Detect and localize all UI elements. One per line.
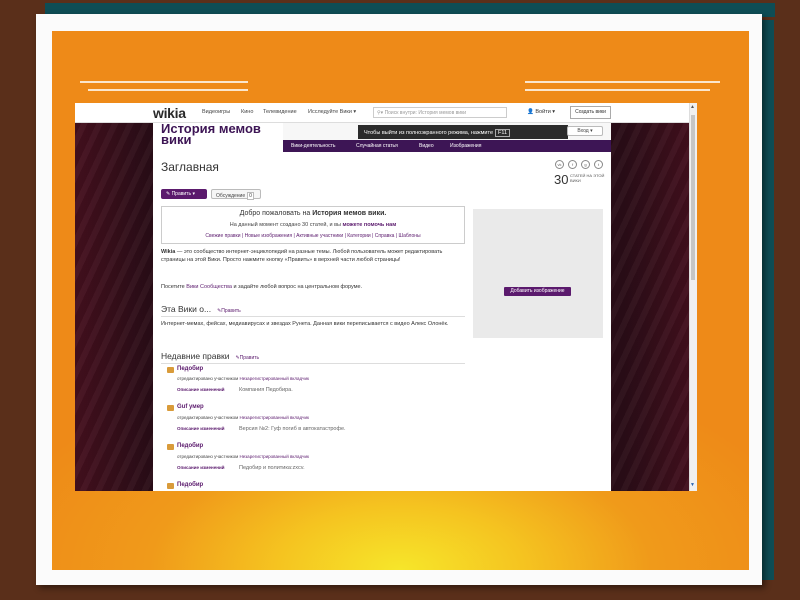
recent-change-meta-text: отредактировано участником <box>177 454 239 459</box>
login-label: Войти ▾ <box>535 109 556 115</box>
discussion-label: Обсуждение <box>216 193 246 199</box>
recent-change-desc-label: Описание изменений <box>177 387 225 392</box>
intro-paragraph: Wikia — это сообщество интернет-энциклоп… <box>161 248 465 264</box>
page-edit-icon <box>167 367 174 373</box>
forum-suffix: и задайте любой вопрос на центральном фо… <box>231 284 363 290</box>
divider <box>161 363 465 364</box>
search-icon: ⚲▾ <box>377 110 385 116</box>
recent-change-meta-text: отредактировано участником <box>177 376 239 381</box>
nav-movies[interactable]: Кино <box>241 109 253 115</box>
decorative-line <box>525 89 710 91</box>
decorative-line <box>525 81 720 83</box>
nav-explore[interactable]: Исследуйте Вики ▾ <box>308 109 356 115</box>
vk-icon[interactable]: vk <box>555 160 564 169</box>
facebook-icon[interactable]: f <box>568 160 577 169</box>
login-link[interactable]: 👤 Войти ▾ <box>527 109 555 115</box>
recent-change-meta-text: отредактировано участником <box>177 415 239 420</box>
welcome-title: Добро пожаловать на История мемов вики. <box>162 210 464 217</box>
wikia-global-nav: wikia Видеоигры Кино Телевидение Исследу… <box>75 103 689 123</box>
recent-change-meta: отредактировано участником Незарегистрир… <box>177 454 309 459</box>
search-placeholder: Поиск внутри: История мемов вики <box>384 110 467 116</box>
fullscreen-key: F11 <box>495 129 511 137</box>
about-edit-label: Править <box>221 308 241 314</box>
recent-change-title[interactable]: Педобир <box>177 482 203 488</box>
recent-change-desc: Версия №2: Гуф погиб в автокатастрофе. <box>239 426 346 432</box>
divider <box>161 316 465 317</box>
nav-wiki-activity[interactable]: Вики-деятельность <box>291 143 336 149</box>
page-edit-icon <box>167 483 174 489</box>
add-image-button[interactable]: Добавить изображение <box>504 287 571 296</box>
about-title: Эта Вики о... <box>161 304 212 314</box>
welcome-subtitle: На данный момент создано 30 статей, и вы… <box>162 222 464 228</box>
recent-change-meta: отредактировано участником Незарегистрир… <box>177 415 309 420</box>
nav-random-page[interactable]: Случайная статья <box>356 143 398 149</box>
recent-change-user[interactable]: Незарегистрированный вкладчик <box>239 376 309 381</box>
about-text: Интернет-мемах, фейсах, медиавирусах и з… <box>161 321 449 327</box>
recent-edit-label: Править <box>239 355 260 361</box>
recent-change-desc-label: Описание изменений <box>177 426 225 431</box>
edit-button[interactable]: ✎ Править ▾ <box>161 189 207 199</box>
intro-text: — это сообщество интернет-энциклопедий н… <box>161 249 443 263</box>
fullscreen-tip: Чтобы выйти из полноэкранного режима, на… <box>358 125 568 139</box>
welcome-wiki-name: История мемов вики. <box>312 210 387 217</box>
welcome-box: Добро пожаловать на История мемов вики. … <box>161 206 465 244</box>
twitter-icon[interactable]: t <box>594 160 603 169</box>
wikia-logo[interactable]: wikia <box>153 105 186 121</box>
search-input[interactable]: ⚲▾ Поиск внутри: История мемов вики <box>373 107 507 118</box>
recent-heading: Недавние правки ✎Править <box>161 351 259 361</box>
welcome-links[interactable]: Свежие правки | Новые изображения | Акти… <box>162 233 464 239</box>
recent-change-title[interactable]: Педобир <box>177 443 203 449</box>
google-plus-icon[interactable]: g <box>581 160 590 169</box>
fullscreen-tip-text: Чтобы выйти из полноэкранного режима, на… <box>364 130 494 136</box>
recent-change-desc-label: Описание изменений <box>177 465 225 470</box>
recent-change-meta: отредактировано участником Незарегистрир… <box>177 376 309 381</box>
community-wiki-link[interactable]: Вики Сообщества <box>186 284 232 290</box>
browser-screenshot: wikia Видеоигры Кино Телевидение Исследу… <box>75 103 697 491</box>
wiki-content: История мемов вики Чтобы выйти из полноэ… <box>153 122 611 491</box>
page-title: Заглавная <box>161 160 219 174</box>
nav-images[interactable]: Изображения <box>450 143 481 149</box>
discussion-count: 0 <box>247 192 254 200</box>
recent-change-user[interactable]: Незарегистрированный вкладчик <box>239 415 309 420</box>
about-heading: Эта Вики о... ✎Править <box>161 304 241 314</box>
decorative-line <box>80 81 248 83</box>
nav-videogames[interactable]: Видеоигры <box>202 109 230 115</box>
recent-title: Недавние правки <box>161 351 230 361</box>
scroll-up-arrow-icon[interactable]: ▲ <box>690 104 695 110</box>
nav-tv[interactable]: Телевидение <box>263 109 297 115</box>
slide-frame-side-bar <box>760 20 774 580</box>
image-placeholder-box <box>473 209 603 338</box>
recent-change-title[interactable]: Педобир <box>177 366 203 372</box>
decorative-line <box>88 89 248 91</box>
welcome-sub-prefix: На данный момент создано 30 статей, и вы <box>229 222 341 228</box>
articles-count: 30 <box>554 172 569 187</box>
recent-change-user[interactable]: Незарегистрированный вкладчик <box>239 454 309 459</box>
nav-video[interactable]: Видео <box>419 143 434 149</box>
intro-bold: Wikia <box>161 249 176 255</box>
help-us-link[interactable]: можете помочь нам <box>343 222 397 228</box>
scrollbar-thumb[interactable] <box>691 115 695 280</box>
scroll-down-arrow-icon[interactable]: ▼ <box>690 482 695 488</box>
about-edit-link[interactable]: ✎Править <box>217 308 241 314</box>
discussion-button[interactable]: Обсуждение 0 <box>211 189 261 200</box>
create-wiki-button[interactable]: Создать вики <box>570 106 611 119</box>
page-edit-icon <box>167 405 174 411</box>
welcome-prefix: Добро пожаловать на <box>239 210 311 217</box>
wiki-nav: Вики-деятельность Случайная статья Видео… <box>283 140 611 152</box>
page-edit-icon <box>167 444 174 450</box>
wiki-title[interactable]: История мемов вики <box>161 122 271 146</box>
forum-paragraph: Посетите Вики Сообщества и задайте любой… <box>161 283 465 291</box>
recent-edit-link[interactable]: ✎Править <box>235 355 259 361</box>
recent-change-desc: Компания Педобира. <box>239 387 293 393</box>
forum-prefix: Посетите <box>161 284 187 290</box>
recent-change-desc: Педобир и политика:zxcv. <box>239 465 305 471</box>
articles-label: СТАТЕЙ НА ЭТОЙ ВИКИ <box>570 173 605 183</box>
recent-change-title[interactable]: Guf умер <box>177 404 204 410</box>
enter-button[interactable]: Вход ▾ <box>567 126 603 136</box>
